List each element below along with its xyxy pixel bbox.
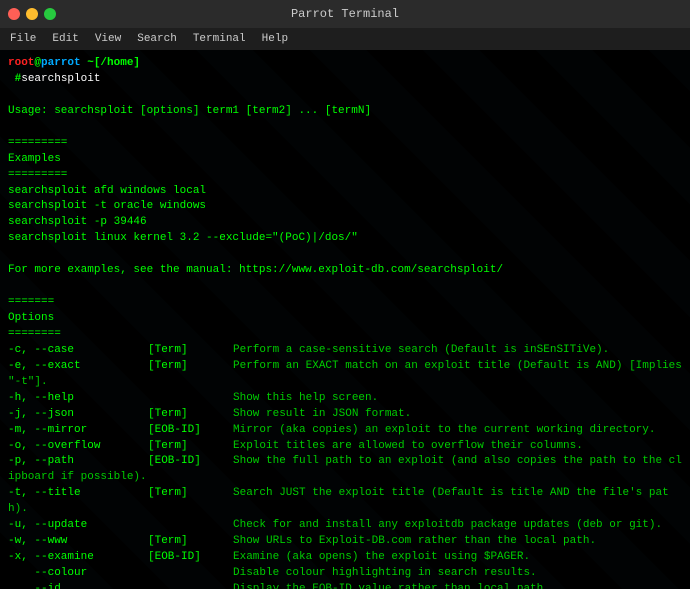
window-title: Parrot Terminal	[291, 7, 399, 21]
divider1: =========	[8, 136, 682, 152]
opt-e: -e, --exact[Term]Perform an EXACT match …	[8, 359, 682, 391]
terminal-content: root@parrot ~[/home] #searchsploit Usage…	[8, 56, 682, 589]
opt-colour: --colourDisable colour highlighting in s…	[8, 566, 682, 582]
usage-text: Usage: searchsploit [options] term1 [ter…	[8, 104, 682, 120]
prompt-line-2: #searchsploit	[8, 72, 682, 88]
options-label: Options	[8, 311, 682, 327]
opt-j: -j, --json[Term]Show result in JSON form…	[8, 407, 682, 423]
divider4: ========	[8, 327, 682, 343]
spacer1	[8, 120, 682, 136]
prompt-root: root	[8, 57, 34, 69]
example-3: searchsploit -p 39446	[8, 215, 682, 231]
divider3: =======	[8, 295, 682, 311]
close-button[interactable]	[8, 8, 20, 20]
opt-h: -h, --helpShow this help screen.	[8, 391, 682, 407]
opt-p: -p, --path[EOB-ID]Show the full path to …	[8, 454, 682, 486]
example-2: searchsploit -t oracle windows	[8, 199, 682, 215]
manual-text: For more examples, see the manual: https…	[8, 263, 682, 279]
spacer3	[8, 279, 682, 295]
terminal-window[interactable]: root@parrot ~[/home] #searchsploit Usage…	[0, 50, 690, 589]
menu-view[interactable]: View	[89, 31, 127, 47]
menu-bar: File Edit View Search Terminal Help	[0, 28, 690, 50]
usage-line	[8, 88, 682, 104]
maximize-button[interactable]	[44, 8, 56, 20]
menu-file[interactable]: File	[4, 31, 42, 47]
menu-help[interactable]: Help	[256, 31, 294, 47]
example-1: searchsploit afd windows local	[8, 184, 682, 200]
opt-u: -u, --updateCheck for and install any ex…	[8, 518, 682, 534]
opt-id: --idDisplay the EOB-ID value rather than…	[8, 582, 682, 589]
opt-t: -t, --title[Term]Search JUST the exploit…	[8, 486, 682, 518]
opt-w: -w, --www[Term]Show URLs to Exploit-DB.c…	[8, 534, 682, 550]
minimize-button[interactable]	[26, 8, 38, 20]
menu-terminal[interactable]: Terminal	[187, 31, 252, 47]
divider2: =========	[8, 168, 682, 184]
opt-o: -o, --overflow[Term]Exploit titles are a…	[8, 439, 682, 455]
opt-c: -c, --case[Term]Perform a case-sensitive…	[8, 343, 682, 359]
opt-m: -m, --mirror[EOB-ID]Mirror (aka copies) …	[8, 423, 682, 439]
opt-x: -x, --examine[EOB-ID]Examine (aka opens)…	[8, 550, 682, 566]
menu-search[interactable]: Search	[131, 31, 183, 47]
prompt-line-1: root@parrot ~[/home]	[8, 56, 682, 72]
example-4: searchsploit linux kernel 3.2 --exclude=…	[8, 231, 682, 247]
spacer2	[8, 247, 682, 263]
menu-edit[interactable]: Edit	[46, 31, 84, 47]
titlebar: Parrot Terminal	[0, 0, 690, 28]
window-buttons	[0, 8, 56, 20]
examples-label: Examples	[8, 152, 682, 168]
